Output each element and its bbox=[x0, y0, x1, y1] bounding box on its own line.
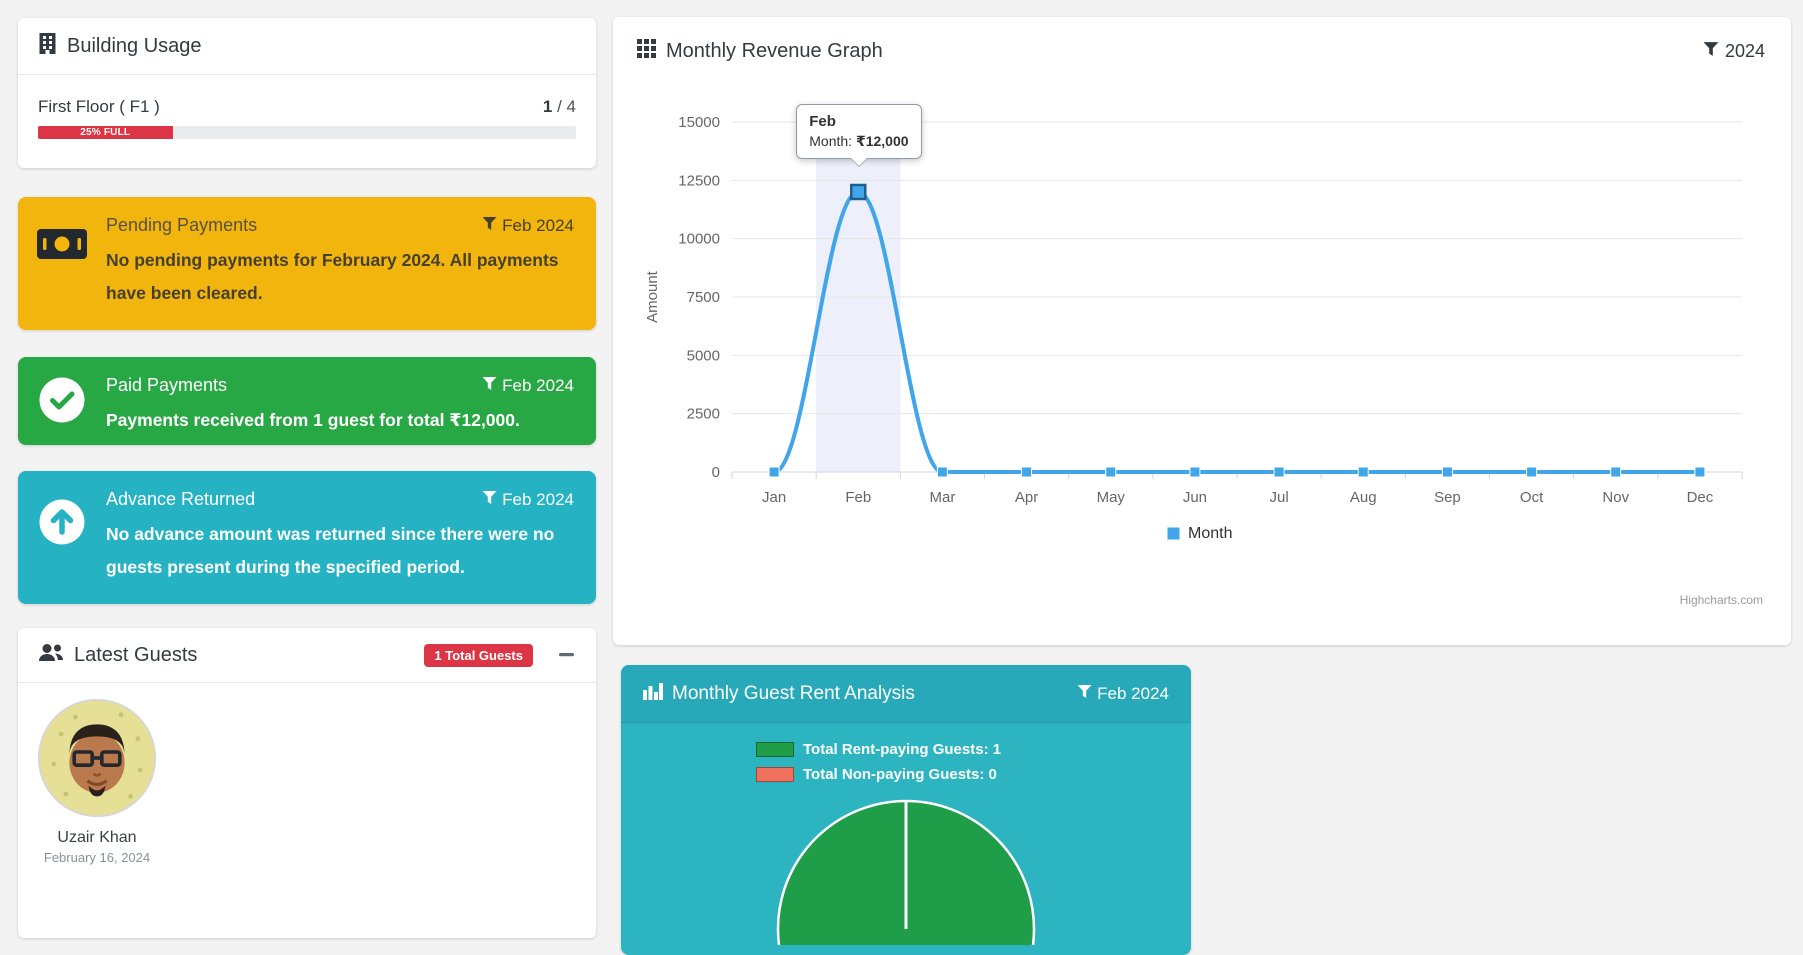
svg-text:Amount: Amount bbox=[644, 270, 661, 323]
latest-guests-card: Latest Guests 1 Total Guests Uzair Khan … bbox=[18, 628, 596, 938]
rent-analysis-header: Monthly Guest Rent Analysis Feb 2024 bbox=[621, 665, 1191, 723]
svg-text:Month: Month bbox=[1188, 525, 1232, 542]
arrow-circle-up-icon bbox=[18, 471, 106, 604]
year-filter[interactable]: 2024 bbox=[1703, 41, 1765, 62]
grid-icon bbox=[637, 39, 656, 63]
svg-text:Jul: Jul bbox=[1269, 489, 1288, 506]
svg-text:Nov: Nov bbox=[1602, 489, 1629, 506]
advance-returned-title: Advance Returned bbox=[106, 489, 256, 509]
paid-payments-filter[interactable]: Feb 2024 bbox=[482, 376, 574, 396]
filter-icon bbox=[482, 216, 497, 236]
floor-progress-bar: 25% FULL bbox=[38, 126, 576, 139]
collapse-icon[interactable] bbox=[559, 653, 574, 657]
svg-text:2500: 2500 bbox=[687, 406, 720, 423]
floor-progress-fill: 25% FULL bbox=[38, 126, 173, 139]
advance-returned-card: Advance Returned Feb 2024 No advance amo… bbox=[18, 471, 596, 604]
guest-avatar bbox=[37, 698, 157, 822]
building-usage-card: Building Usage First Floor ( F1 ) 1 / 4 … bbox=[18, 18, 596, 168]
svg-text:Aug: Aug bbox=[1350, 489, 1377, 506]
svg-text:10000: 10000 bbox=[678, 231, 720, 248]
svg-text:Dec: Dec bbox=[1687, 489, 1714, 506]
people-icon bbox=[38, 643, 64, 667]
rent-analysis-card: Monthly Guest Rent Analysis Feb 2024 Tot… bbox=[621, 665, 1191, 955]
pending-payments-filter[interactable]: Feb 2024 bbox=[482, 216, 574, 236]
pending-payments-message: No pending payments for February 2024. A… bbox=[106, 250, 559, 303]
advance-returned-message: No advance amount was returned since the… bbox=[106, 524, 555, 577]
legend-swatch-red bbox=[756, 767, 794, 782]
paid-payments-card: Paid Payments Feb 2024 Payments received… bbox=[18, 357, 596, 445]
tooltip-value: Month: ₹12,000 bbox=[809, 133, 909, 149]
building-icon bbox=[38, 33, 57, 59]
svg-text:12500: 12500 bbox=[678, 172, 720, 189]
svg-text:Apr: Apr bbox=[1015, 489, 1038, 506]
pending-payments-title: Pending Payments bbox=[106, 215, 258, 235]
paid-payments-title: Paid Payments bbox=[106, 375, 228, 395]
advance-returned-filter[interactable]: Feb 2024 bbox=[482, 490, 574, 510]
filter-icon bbox=[1077, 684, 1092, 704]
month-filter[interactable]: Feb 2024 bbox=[1077, 684, 1169, 704]
svg-text:May: May bbox=[1097, 489, 1126, 506]
floor-progress-label: 25% FULL bbox=[80, 127, 131, 138]
svg-text:15000: 15000 bbox=[678, 114, 720, 131]
svg-text:Jun: Jun bbox=[1183, 489, 1207, 506]
legend-swatch-green bbox=[756, 742, 794, 757]
rent-pie-chart[interactable] bbox=[621, 795, 1191, 945]
rent-analysis-title: Monthly Guest Rent Analysis bbox=[672, 682, 915, 704]
guest-name: Uzair Khan bbox=[57, 829, 137, 846]
svg-text:5000: 5000 bbox=[687, 347, 720, 364]
filter-icon bbox=[482, 376, 497, 396]
money-bill-icon bbox=[18, 197, 106, 330]
building-usage-header: Building Usage bbox=[18, 18, 596, 75]
revenue-header: Monthly Revenue Graph 2024 bbox=[613, 17, 1791, 63]
filter-icon bbox=[482, 490, 497, 510]
total-guests-badge: 1 Total Guests bbox=[424, 643, 533, 667]
tooltip-title: Feb bbox=[809, 113, 836, 130]
floor-occupancy-count: 1 / 4 bbox=[542, 97, 576, 116]
floor-name: First Floor ( F1 ) bbox=[38, 97, 160, 116]
chart-tooltip: Feb Month: ₹12,000 bbox=[796, 104, 922, 159]
highcharts-credit[interactable]: Highcharts.com bbox=[1680, 593, 1763, 607]
guest-date: February 16, 2024 bbox=[43, 850, 151, 865]
legend-item-paying: Total Rent-paying Guests: 1 bbox=[756, 741, 1056, 758]
filter-icon bbox=[1703, 41, 1719, 62]
svg-text:Jan: Jan bbox=[762, 489, 786, 506]
revenue-title: Monthly Revenue Graph bbox=[666, 39, 883, 62]
revenue-chart: 0 2500 5000 7500 10000 12500 15000 Jan Feb Mar Apr… bbox=[637, 77, 1767, 547]
svg-text:Feb: Feb bbox=[845, 489, 871, 506]
svg-text:0: 0 bbox=[712, 464, 720, 481]
building-usage-title: Building Usage bbox=[67, 34, 202, 57]
paid-payments-message: Payments received from 1 guest for total… bbox=[106, 410, 520, 430]
svg-text:Mar: Mar bbox=[929, 489, 955, 506]
svg-text:Oct: Oct bbox=[1520, 489, 1544, 506]
bar-chart-icon bbox=[643, 682, 663, 705]
latest-guests-title: Latest Guests bbox=[74, 643, 198, 666]
legend-item-nonpaying: Total Non-paying Guests: 0 bbox=[756, 766, 1056, 783]
latest-guests-header: Latest Guests 1 Total Guests bbox=[18, 628, 596, 683]
pending-payments-card: Pending Payments Feb 2024 No pending pay… bbox=[18, 197, 596, 330]
guest-item[interactable]: Uzair Khan February 16, 2024 bbox=[30, 698, 164, 865]
svg-text:Sep: Sep bbox=[1434, 489, 1461, 506]
rent-legend: Total Rent-paying Guests: 1 Total Non-pa… bbox=[621, 741, 1191, 783]
svg-text:7500: 7500 bbox=[687, 289, 720, 306]
building-usage-body: First Floor ( F1 ) 1 / 4 25% FULL bbox=[18, 75, 596, 139]
check-circle-icon bbox=[18, 357, 106, 445]
monthly-revenue-card: Monthly Revenue Graph 2024 0 2500 5000 7500… bbox=[613, 17, 1791, 645]
